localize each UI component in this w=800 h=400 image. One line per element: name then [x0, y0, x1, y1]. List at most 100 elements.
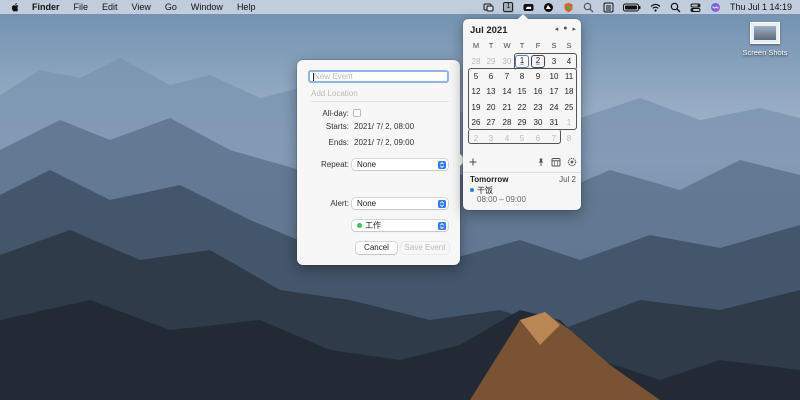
menu-edit[interactable]: Edit — [102, 0, 118, 14]
calendar-day[interactable]: 31 — [547, 116, 561, 129]
spotlight-icon[interactable] — [670, 2, 681, 13]
calendar-day[interactable]: 6 — [484, 70, 498, 83]
calendar-day[interactable]: 28 — [500, 116, 514, 129]
repeat-value: None — [357, 160, 377, 169]
control-center-icon[interactable] — [690, 2, 701, 13]
weekday-header: M — [472, 41, 480, 50]
ends-label: Ends: — [328, 138, 349, 147]
calendar-day[interactable]: 27 — [484, 116, 498, 129]
menu-file[interactable]: File — [74, 0, 89, 14]
calendar-color-dot — [357, 223, 362, 228]
calendar-value: 工作 — [365, 221, 381, 230]
alert-select[interactable]: None — [352, 198, 448, 209]
alert-label: Alert: — [330, 199, 349, 208]
menu-view[interactable]: View — [132, 0, 151, 14]
calendar-day[interactable]: 19 — [469, 101, 483, 114]
calendar-day[interactable]: 18 — [562, 85, 576, 98]
desktop-item-screen-shots[interactable]: Screen Shots — [738, 22, 792, 57]
calendar-day[interactable]: 10 — [547, 70, 561, 83]
calendar-day[interactable]: 30 — [500, 55, 514, 68]
event-color-dot — [470, 188, 474, 192]
calendar-day[interactable]: 5 — [515, 132, 529, 145]
calendar-day[interactable]: 7 — [547, 132, 561, 145]
shield-icon[interactable] — [563, 2, 574, 13]
weekday-header: T — [519, 41, 525, 50]
menu-list-icon[interactable] — [603, 2, 614, 13]
calendar-day[interactable]: 9 — [531, 70, 545, 83]
pin-icon[interactable] — [536, 157, 546, 167]
calendar-day[interactable]: 2 — [469, 132, 483, 145]
calendar-day[interactable]: 2 — [531, 55, 545, 68]
starts-label: Starts: — [325, 122, 349, 131]
cloud-icon[interactable] — [523, 2, 534, 13]
calendar-day[interactable]: 29 — [515, 116, 529, 129]
calendar-day[interactable]: 12 — [469, 85, 483, 98]
chevron-updown-icon — [438, 199, 446, 208]
next-month-button[interactable]: ▸ — [572, 25, 576, 33]
calendar-day[interactable]: 25 — [562, 101, 576, 114]
calendar-select[interactable]: 工作 — [352, 220, 448, 231]
upcoming-heading: Tomorrow — [470, 175, 509, 184]
calendar-day[interactable]: 1 — [562, 116, 576, 129]
calendar-day[interactable]: 15 — [515, 85, 529, 98]
divider — [463, 172, 581, 173]
ends-field[interactable]: 2021/ 7/ 2, 09:00 — [354, 138, 414, 147]
all-day-checkbox[interactable] — [353, 109, 361, 117]
save-event-button[interactable]: Save Event — [401, 242, 449, 254]
new-event-popover: New Event Add Location All-day: Starts: … — [297, 60, 466, 265]
siri-icon[interactable] — [710, 2, 721, 13]
menu-clock[interactable]: Thu Jul 1 14:19 — [730, 2, 792, 12]
calendar-day[interactable]: 22 — [515, 101, 529, 114]
calendar-day[interactable]: 16 — [531, 85, 545, 98]
calendar-day[interactable]: 26 — [469, 116, 483, 129]
dark-circle-icon[interactable] — [543, 2, 554, 13]
cancel-button[interactable]: Cancel — [356, 242, 397, 254]
repeat-select[interactable]: None — [352, 159, 448, 170]
calendar-day[interactable]: 8 — [562, 132, 576, 145]
calendar-day[interactable]: 5 — [469, 70, 483, 83]
calendar-day[interactable]: 24 — [547, 101, 561, 114]
menu-window[interactable]: Window — [191, 0, 223, 14]
menu-app-name[interactable]: Finder — [32, 0, 60, 14]
calendar-day[interactable]: 6 — [531, 132, 545, 145]
chevron-updown-icon — [438, 221, 446, 230]
calendar-day[interactable]: 8 — [515, 70, 529, 83]
folder-thumbnail-icon — [750, 22, 780, 44]
calendar-day[interactable]: 4 — [500, 132, 514, 145]
calendar-day[interactable]: 3 — [484, 132, 498, 145]
weekday-header: S — [566, 41, 572, 50]
menu-help[interactable]: Help — [237, 0, 256, 14]
calendar-toolbar — [463, 157, 581, 169]
screen-share-icon[interactable] — [483, 2, 494, 13]
calendar-day[interactable]: 21 — [500, 101, 514, 114]
calendar-day-icon[interactable]: 1 — [502, 1, 514, 13]
calendar-day[interactable]: 14 — [500, 85, 514, 98]
calendar-dropdown: Jul 2021 ◂ ● ▸ MTWTFSS282930123456789101… — [463, 14, 581, 210]
calendar-app-icon[interactable] — [551, 157, 561, 167]
calendar-day[interactable]: 30 — [531, 116, 545, 129]
starts-field[interactable]: 2021/ 7/ 2, 08:00 — [354, 122, 414, 131]
calendar-day[interactable]: 3 — [547, 55, 561, 68]
event-title-input[interactable]: New Event — [308, 70, 449, 83]
prev-month-button[interactable]: ◂ — [555, 25, 559, 33]
calendar-day[interactable]: 23 — [531, 101, 545, 114]
battery-icon[interactable] — [622, 2, 641, 13]
calendar-day[interactable]: 7 — [500, 70, 514, 83]
settings-gear-icon[interactable] — [567, 157, 577, 167]
menu-go[interactable]: Go — [165, 0, 177, 14]
calendar-day[interactable]: 17 — [547, 85, 561, 98]
calendar-day[interactable]: 29 — [484, 55, 498, 68]
wifi-icon[interactable] — [650, 2, 661, 13]
calendar-day[interactable]: 4 — [562, 55, 576, 68]
calendar-day[interactable]: 13 — [484, 85, 498, 98]
add-event-icon[interactable] — [468, 157, 478, 167]
calendar-day[interactable]: 28 — [469, 55, 483, 68]
calendar-day[interactable]: 1 — [515, 55, 529, 68]
today-button[interactable]: ● — [563, 25, 567, 33]
calendar-day[interactable]: 11 — [562, 70, 576, 83]
event-location-input[interactable]: Add Location — [311, 89, 449, 102]
apple-logo-icon[interactable] — [10, 2, 20, 13]
calendar-day[interactable]: 20 — [484, 101, 498, 114]
search-icon[interactable] — [583, 2, 594, 13]
upcoming-date: Jul 2 — [559, 175, 576, 184]
